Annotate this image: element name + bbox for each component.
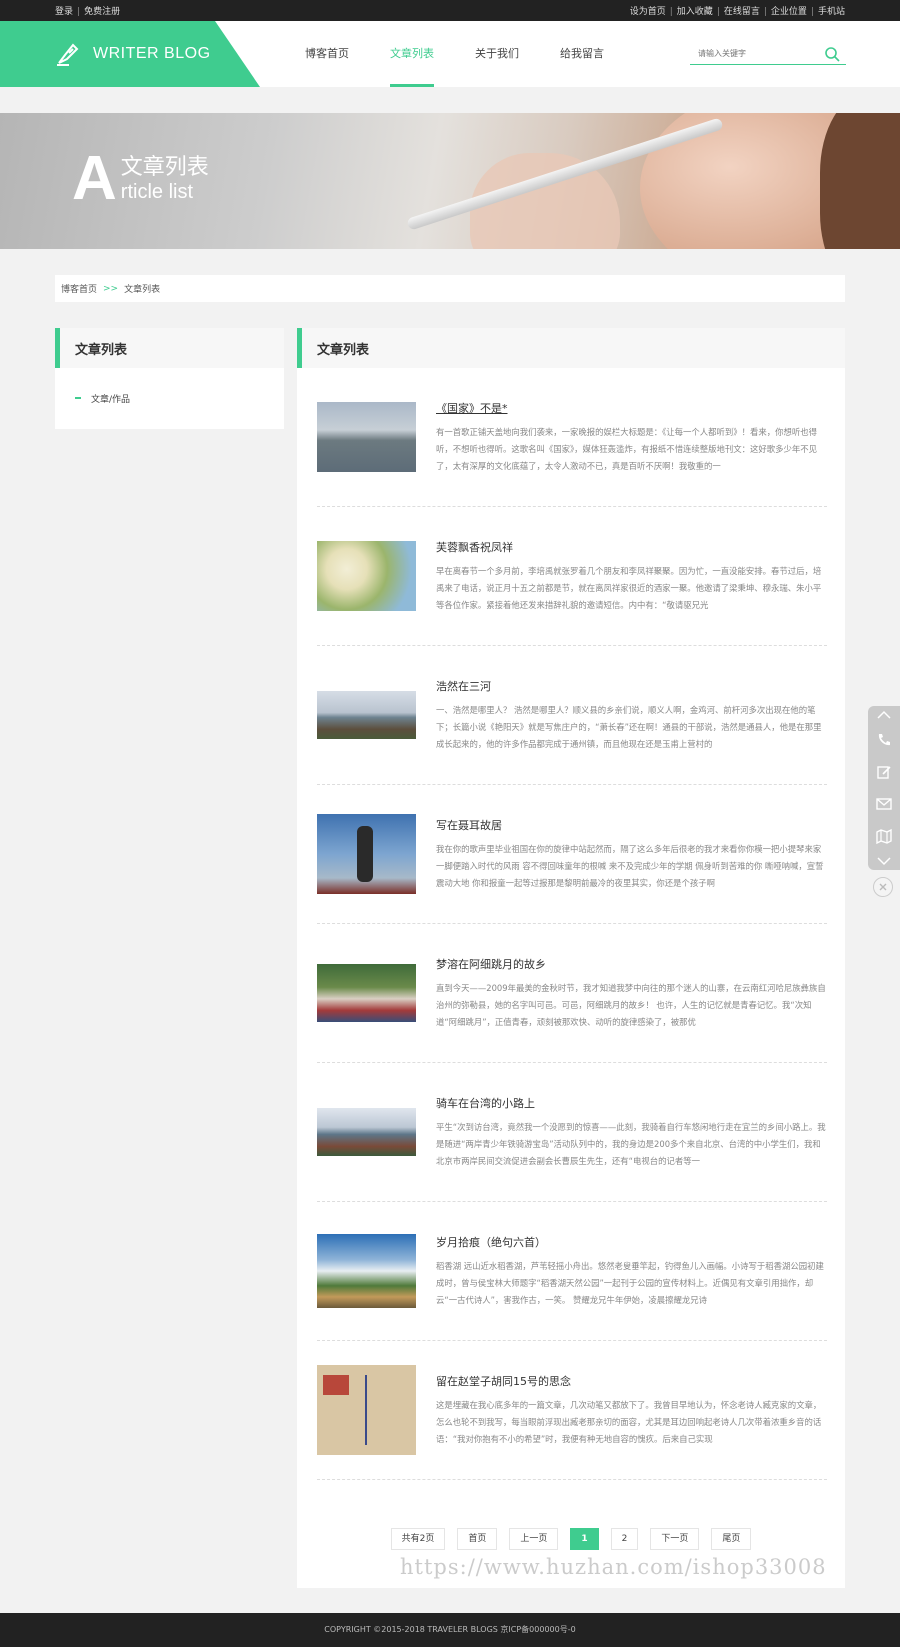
article-list: 《国家》不是* 有一首歌正铺天盖地向我们袭来，一家晚报的娱栏大标题是：《让每一个… xyxy=(297,368,845,1480)
article-thumbnail[interactable] xyxy=(317,964,416,1022)
article-summary: 直到今天——2009年最美的金秋时节，我才知道我梦中向往的那个迷人的山寨，在云南… xyxy=(436,982,826,1027)
breadcrumb-home[interactable]: 博客首页 xyxy=(61,282,97,295)
article-summary: 平生“次到访台湾，竟然我一个没愿到的惊喜——此刻，我骑着自行车悠闲地行走在宜兰的… xyxy=(436,1121,826,1166)
pen-icon xyxy=(57,43,79,66)
article-thumbnail[interactable] xyxy=(317,691,416,739)
pagination: 共有2页 首页 上一页 1 2 下一页 尾页 xyxy=(297,1528,845,1550)
search-box xyxy=(690,43,846,65)
article-thumbnail[interactable] xyxy=(317,1108,416,1156)
article-item[interactable]: 浩然在三河 一、浩然是哪里人？ 浩然是哪里人？顺义县的乡亲们说，顺义人啊，金鸡河… xyxy=(317,646,827,785)
article-thumbnail[interactable] xyxy=(317,814,416,894)
main-nav: 博客首页 文章列表 关于我们 给我留言 xyxy=(305,21,645,87)
online-message-link[interactable]: 在线留言 xyxy=(724,7,760,17)
logo[interactable]: WRITER BLOG xyxy=(0,21,260,87)
article-item[interactable]: 梦溶在阿细跳月的故乡 直到今天——2009年最美的金秋时节，我才知道我梦中向往的… xyxy=(317,924,827,1063)
breadcrumb-separator: >> xyxy=(103,283,119,294)
search-input[interactable] xyxy=(690,49,820,58)
close-icon[interactable] xyxy=(873,877,893,897)
sidebar-title: 文章列表 xyxy=(55,328,284,368)
set-homepage-link[interactable]: 设为首页 xyxy=(630,7,666,17)
page-banner: A 文章列表 rticle list xyxy=(0,113,900,249)
next-page-button[interactable]: 下一页 xyxy=(650,1528,700,1550)
article-title[interactable]: 写在聂耳故居 xyxy=(436,817,826,833)
nav-articles[interactable]: 文章列表 xyxy=(390,21,434,87)
phone-icon[interactable] xyxy=(868,724,900,756)
breadcrumb: 博客首页 >> 文章列表 xyxy=(55,275,845,302)
add-favorite-link[interactable]: 加入收藏 xyxy=(677,7,713,17)
first-page-button[interactable]: 首页 xyxy=(457,1528,498,1550)
article-summary: 这是埋藏在我心底多年的一篇文章，几次动笔又都放下了。我曾目早地认为，怀念老诗人臧… xyxy=(436,1399,822,1444)
company-location-link[interactable]: 企业位置 xyxy=(771,7,807,17)
page-1-button[interactable]: 1 xyxy=(570,1528,599,1550)
site-footer: COPYRIGHT ©2015-2018 TRAVELER BLOGS 京ICP… xyxy=(0,1613,900,1647)
article-panel: 文章列表 《国家》不是* 有一首歌正铺天盖地向我们袭来，一家晚报的娱栏大标题是：… xyxy=(297,328,845,1588)
article-summary: 有一首歌正铺天盖地向我们袭来，一家晚报的娱栏大标题是：《让每一个人都听到》！看来… xyxy=(436,426,818,471)
mail-icon[interactable] xyxy=(868,788,900,820)
copyright-text: COPYRIGHT ©2015-2018 TRAVELER BLOGS 京ICP… xyxy=(324,1625,576,1634)
search-icon[interactable] xyxy=(824,46,840,62)
logo-text: WRITER BLOG xyxy=(93,45,211,62)
article-thumbnail[interactable] xyxy=(317,541,416,611)
article-thumbnail[interactable] xyxy=(317,1365,416,1455)
banner-title-en: rticle list xyxy=(120,181,194,203)
article-summary: 早在离春节一个多月前，李培禹就张罗着几个朋友和李凤祥聚聚。因为忙，一直没能安排。… xyxy=(436,565,822,610)
banner-big-letter: A xyxy=(72,144,117,213)
top-bar: 登录 | 免费注册 设为首页 | 加入收藏 | 在线留言 | 企业位置 | 手机站 xyxy=(0,0,900,21)
dash-icon xyxy=(75,397,81,399)
article-title[interactable]: 留在赵堂子胡同15号的思念 xyxy=(436,1373,826,1389)
article-thumbnail[interactable] xyxy=(317,1234,416,1308)
article-title[interactable]: 骑车在台湾的小路上 xyxy=(436,1095,826,1111)
article-title[interactable]: 芙蓉飘香祝凤祥 xyxy=(436,539,826,555)
article-item[interactable]: 留在赵堂子胡同15号的思念 这是埋藏在我心底多年的一篇文章，几次动笔又都放下了。… xyxy=(317,1341,827,1480)
banner-photo-hair xyxy=(820,113,900,249)
register-link[interactable]: 免费注册 xyxy=(84,7,120,17)
banner-title-zh: 文章列表 xyxy=(120,155,209,180)
map-icon[interactable] xyxy=(868,820,900,852)
article-summary: 我在你的歌声里毕业祖国在你的旋律中站起然而，隔了这么多年后很老的我才来看你你模一… xyxy=(436,843,824,888)
account-links: 登录 | 免费注册 xyxy=(55,7,121,17)
article-item[interactable]: 芙蓉飘香祝凤祥 早在离春节一个多月前，李培禹就张罗着几个朋友和李凤祥聚聚。因为忙… xyxy=(317,507,827,646)
article-item[interactable]: 写在聂耳故居 我在你的歌声里毕业祖国在你的旋律中站起然而，隔了这么多年后很老的我… xyxy=(317,785,827,924)
nav-home[interactable]: 博客首页 xyxy=(305,21,349,87)
floating-toolbar xyxy=(868,706,900,870)
article-title[interactable]: 《国家》不是* xyxy=(436,400,826,416)
page-count: 共有2页 xyxy=(390,1528,446,1550)
nav-message[interactable]: 给我留言 xyxy=(560,21,604,87)
article-title[interactable]: 梦溶在阿细跳月的故乡 xyxy=(436,956,826,972)
utility-links: 设为首页 | 加入收藏 | 在线留言 | 企业位置 | 手机站 xyxy=(629,7,845,17)
article-summary: 一、浩然是哪里人？ 浩然是哪里人？顺义县的乡亲们说，顺义人啊，金鸡河、前杆河多次… xyxy=(436,704,822,749)
chevron-down-icon[interactable] xyxy=(868,852,900,870)
page-2-button[interactable]: 2 xyxy=(610,1528,639,1550)
watermark: https://www.huzhan.com/ishop33008 xyxy=(400,1555,827,1579)
article-item[interactable]: 岁月拾痕（绝句六首） 稻香湖 远山近水稻香湖，芦苇轻摇小舟出。悠然老叟垂竿起，钓… xyxy=(317,1202,827,1341)
article-panel-title: 文章列表 xyxy=(297,328,845,368)
mobile-site-link[interactable]: 手机站 xyxy=(818,7,845,17)
article-title[interactable]: 岁月拾痕（绝句六首） xyxy=(436,1234,826,1250)
edit-icon[interactable] xyxy=(868,756,900,788)
article-item[interactable]: 骑车在台湾的小路上 平生“次到访台湾，竟然我一个没愿到的惊喜——此刻，我骑着自行… xyxy=(317,1063,827,1202)
chevron-up-icon[interactable] xyxy=(868,706,900,724)
sidebar-item-label: 文章/作品 xyxy=(91,394,131,405)
breadcrumb-current: 文章列表 xyxy=(124,285,161,295)
site-header: WRITER BLOG 博客首页 文章列表 关于我们 给我留言 xyxy=(0,21,900,87)
banner-title: A 文章列表 rticle list xyxy=(72,144,209,213)
article-title[interactable]: 浩然在三河 xyxy=(436,678,826,694)
article-item[interactable]: 《国家》不是* 有一首歌正铺天盖地向我们袭来，一家晚报的娱栏大标题是：《让每一个… xyxy=(317,368,827,507)
article-summary: 稻香湖 远山近水稻香湖，芦苇轻摇小舟出。悠然老叟垂竿起，钓得鱼儿入画幅。小诗写于… xyxy=(436,1260,824,1305)
login-link[interactable]: 登录 xyxy=(55,7,73,17)
sidebar: 文章列表 文章/作品 xyxy=(55,328,284,429)
sidebar-item-works[interactable]: 文章/作品 xyxy=(55,368,284,428)
article-thumbnail[interactable] xyxy=(317,402,416,472)
prev-page-button[interactable]: 上一页 xyxy=(509,1528,559,1550)
nav-about[interactable]: 关于我们 xyxy=(475,21,519,87)
last-page-button[interactable]: 尾页 xyxy=(711,1528,752,1550)
